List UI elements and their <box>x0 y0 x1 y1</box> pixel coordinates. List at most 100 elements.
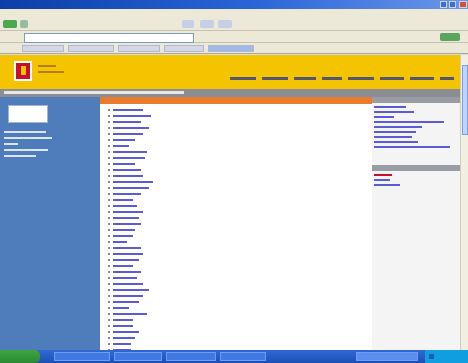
toolbar-button[interactable] <box>182 20 194 28</box>
nav-item[interactable] <box>380 77 404 80</box>
bullet-icon <box>108 151 110 153</box>
nav-item[interactable] <box>322 77 342 80</box>
right-box-link[interactable] <box>374 106 406 108</box>
taskbar-button[interactable] <box>166 352 216 361</box>
toolbar-button[interactable] <box>200 20 214 28</box>
list-link[interactable] <box>113 187 149 189</box>
nav-item[interactable] <box>440 77 454 80</box>
list-link[interactable] <box>113 247 141 249</box>
right-box-link[interactable] <box>374 179 390 181</box>
list-link[interactable] <box>113 235 133 237</box>
tray-icon[interactable] <box>429 354 434 359</box>
list-link[interactable] <box>113 163 135 165</box>
right-box-link[interactable] <box>374 141 418 143</box>
nav-item[interactable] <box>348 77 374 80</box>
nav-item[interactable] <box>294 77 316 80</box>
list-link[interactable] <box>113 223 141 225</box>
nav-item[interactable] <box>230 77 256 80</box>
go-button[interactable] <box>440 33 460 41</box>
list-link[interactable] <box>113 193 141 195</box>
sidebar-link[interactable] <box>4 137 52 139</box>
list-link[interactable] <box>113 157 145 159</box>
list-link[interactable] <box>113 127 149 129</box>
link-button[interactable] <box>22 45 64 52</box>
nav-item[interactable] <box>262 77 288 80</box>
nav-item[interactable] <box>410 77 434 80</box>
list-link[interactable] <box>113 145 129 147</box>
right-box-link[interactable] <box>374 126 422 128</box>
list-link[interactable] <box>113 325 133 327</box>
window-minimize-icon[interactable] <box>440 1 447 8</box>
list-link[interactable] <box>113 295 143 297</box>
list-link[interactable] <box>113 337 135 339</box>
back-icon[interactable] <box>3 20 17 28</box>
browser-toolbar <box>0 17 468 31</box>
sidebar-link[interactable] <box>4 131 46 133</box>
start-button[interactable] <box>0 350 40 363</box>
list-link[interactable] <box>113 343 131 345</box>
list-link[interactable] <box>113 199 133 201</box>
link-button[interactable] <box>164 45 204 52</box>
right-box-link[interactable] <box>374 116 394 118</box>
window-maximize-icon[interactable] <box>449 1 456 8</box>
taskbar-button[interactable] <box>114 352 162 361</box>
link-button[interactable] <box>68 45 114 52</box>
window-close-icon[interactable] <box>459 1 467 8</box>
list-link[interactable] <box>113 307 129 309</box>
list-link[interactable] <box>113 169 141 171</box>
link-button[interactable] <box>118 45 160 52</box>
list-link[interactable] <box>113 259 139 261</box>
taskbar-button[interactable] <box>54 352 110 361</box>
list-link[interactable] <box>113 301 139 303</box>
list-link[interactable] <box>113 241 127 243</box>
list-link[interactable] <box>113 121 141 123</box>
right-box-link[interactable] <box>374 121 444 123</box>
list-link[interactable] <box>113 217 139 219</box>
list-link[interactable] <box>113 133 143 135</box>
sidebar-link[interactable] <box>4 149 48 151</box>
list-link[interactable] <box>113 331 139 333</box>
forward-icon[interactable] <box>20 20 28 28</box>
list-link[interactable] <box>113 253 143 255</box>
list-link[interactable] <box>113 271 141 273</box>
right-box-link[interactable] <box>374 131 416 133</box>
list-link[interactable] <box>113 289 149 291</box>
list-link[interactable] <box>113 175 143 177</box>
bullet-icon <box>108 121 110 123</box>
list-link[interactable] <box>113 313 147 315</box>
list-link[interactable] <box>113 151 147 153</box>
main-content <box>100 97 368 350</box>
list-link[interactable] <box>113 115 151 117</box>
bullet-icon <box>108 271 110 273</box>
right-box-link[interactable] <box>374 174 392 176</box>
sidebar-link[interactable] <box>4 143 18 145</box>
list-link[interactable] <box>113 211 143 213</box>
bullet-icon <box>108 295 110 297</box>
bullet-icon <box>108 223 110 225</box>
list-link[interactable] <box>113 319 133 321</box>
taskbar-button[interactable] <box>220 352 266 361</box>
list-link[interactable] <box>113 283 143 285</box>
right-box-link[interactable] <box>374 184 400 186</box>
right-box-link[interactable] <box>374 136 412 138</box>
right-box-link[interactable] <box>374 146 450 148</box>
sidebar-link[interactable] <box>4 155 36 157</box>
sidebar-logo[interactable] <box>8 105 48 123</box>
bullet-icon <box>108 253 110 255</box>
list-link[interactable] <box>113 229 135 231</box>
list-link[interactable] <box>113 109 143 111</box>
right-box-link[interactable] <box>374 111 414 113</box>
list-link[interactable] <box>113 139 135 141</box>
scrollbar-thumb[interactable] <box>462 65 468 135</box>
list-link[interactable] <box>113 181 153 183</box>
link-button[interactable] <box>208 45 254 52</box>
toolbar-button[interactable] <box>218 20 232 28</box>
address-input[interactable] <box>24 33 194 43</box>
vertical-scrollbar[interactable] <box>460 55 468 350</box>
bullet-icon <box>108 199 110 201</box>
bullet-icon <box>108 301 110 303</box>
taskbar-button[interactable] <box>356 352 418 361</box>
list-link[interactable] <box>113 265 133 267</box>
list-link[interactable] <box>113 277 137 279</box>
list-link[interactable] <box>113 205 137 207</box>
